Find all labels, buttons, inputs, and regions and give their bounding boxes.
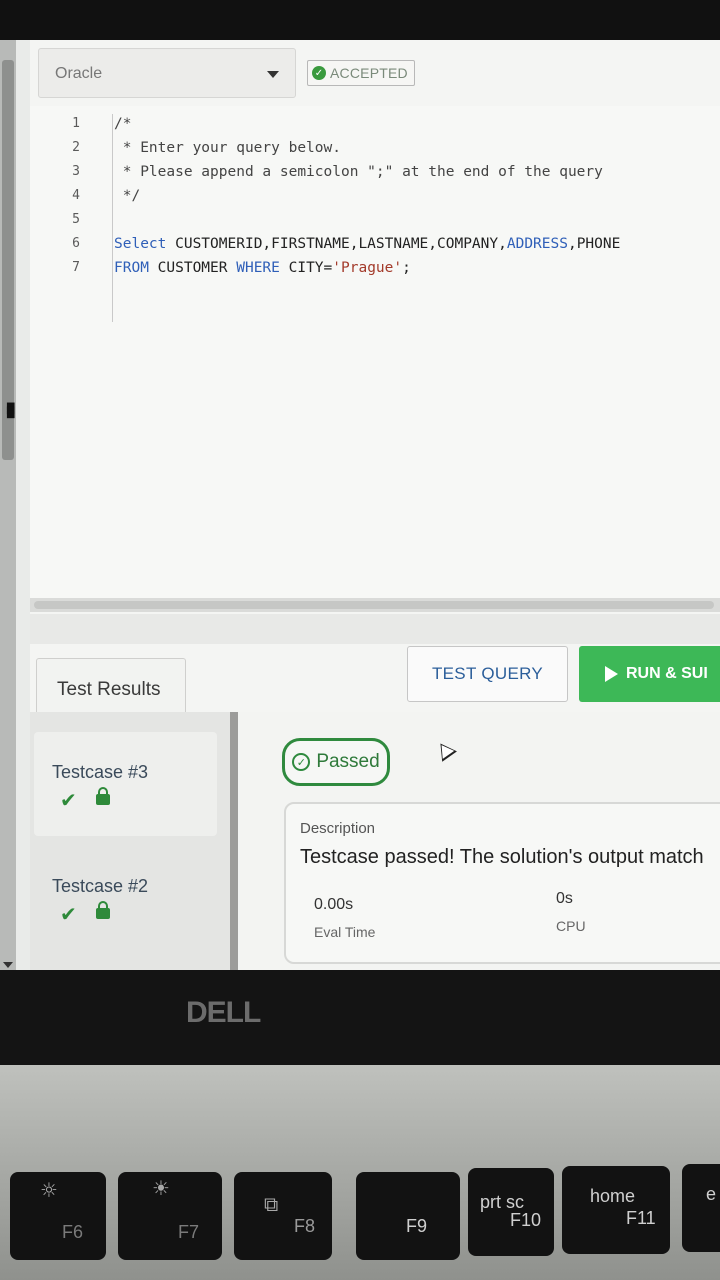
- sql-fields: ,PHONE: [567, 236, 621, 252]
- key-f7[interactable]: ☀ F7: [118, 1172, 222, 1260]
- display-switch-icon: ⧉: [264, 1192, 279, 1216]
- description-text: Testcase passed! The solution's output m…: [300, 846, 704, 868]
- key-f8[interactable]: ⧉ F8: [234, 1172, 332, 1260]
- laptop-screen: ■■■ Oracle ✓ ACCEPTED 1 /* 2 * Enter you…: [0, 40, 720, 970]
- code-line: 7 FROM CUSTOMER WHERE CITY='Prague';: [30, 256, 720, 280]
- eval-time-label: Eval Time: [314, 924, 376, 940]
- sql-condition: CITY=: [279, 260, 333, 276]
- code-line: 6 Select CUSTOMERID,FIRSTNAME,LASTNAME,C…: [30, 232, 720, 256]
- results-panel: Testcase #3 ✔ Testcase #2 ✔ ✓ Passed Des…: [30, 712, 720, 970]
- key-label: F9: [406, 1216, 428, 1236]
- key-f12[interactable]: e: [682, 1164, 720, 1252]
- sql-keyword: ADDRESS: [506, 236, 568, 252]
- eval-time-stat: 0.00s Eval Time: [314, 896, 375, 940]
- key-f6[interactable]: ☼ F6: [10, 1172, 106, 1260]
- cpu-stat: 0s CPU: [556, 890, 586, 934]
- key-f10[interactable]: prt sc F10: [468, 1168, 554, 1256]
- code-line: 3 * Please append a semicolon ";" at the…: [30, 160, 720, 184]
- testcase-name: Testcase #3: [52, 762, 149, 782]
- key-f11[interactable]: home F11: [562, 1166, 670, 1254]
- panel-divider[interactable]: [230, 712, 238, 970]
- brightness-down-icon: ☼: [40, 1178, 58, 1202]
- code-text: * Enter your query below.: [114, 140, 341, 156]
- code-text: /*: [114, 116, 132, 132]
- play-icon: [605, 666, 618, 682]
- run-submit-label: RUN & SUI: [626, 665, 708, 682]
- code-line: 2 * Enter your query below.: [30, 136, 720, 160]
- description-label: Description: [300, 820, 376, 837]
- cpu-label: CPU: [556, 918, 586, 934]
- test-query-button[interactable]: TEST QUERY: [407, 646, 568, 702]
- tab-test-results[interactable]: Test Results: [36, 658, 186, 716]
- editor-footer-band: [30, 614, 720, 644]
- key-top-label: e: [706, 1184, 717, 1204]
- sql-string: 'Prague': [332, 260, 403, 276]
- sql-challenge-app: Oracle ✓ ACCEPTED 1 /* 2 * Enter your qu…: [30, 40, 720, 970]
- accepted-label: ACCEPTED: [330, 65, 408, 81]
- accepted-badge: ✓ ACCEPTED: [307, 60, 415, 86]
- more-icon[interactable]: ■■■: [6, 402, 15, 420]
- testcase-name: Testcase #2: [52, 876, 149, 896]
- language-select[interactable]: Oracle: [38, 48, 296, 98]
- key-top-label: home: [590, 1186, 636, 1206]
- sql-keyword: WHERE: [236, 260, 280, 276]
- line-number: 2: [72, 140, 80, 155]
- sql-keyword: FROM: [114, 260, 149, 276]
- cpu-value: 0s: [556, 890, 573, 907]
- sql-fields: CUSTOMERID,FIRSTNAME,LASTNAME,COMPANY,: [166, 236, 507, 252]
- sql-table: CUSTOMER: [148, 260, 237, 276]
- left-scrollbar[interactable]: ■■■: [0, 40, 16, 970]
- key-label: F11: [626, 1208, 656, 1228]
- testcase-detail: ✓ Passed Description Testcase passed! Th…: [238, 712, 720, 970]
- scrollbar-thumb[interactable]: [34, 601, 714, 609]
- sql-semicolon: ;: [402, 260, 411, 276]
- chevron-down-icon: [267, 71, 279, 78]
- check-icon: ✔: [60, 902, 77, 926]
- mouse-cursor-icon: [433, 738, 457, 762]
- code-editor[interactable]: 1 /* 2 * Enter your query below. 3 * Ple…: [30, 106, 720, 600]
- lock-icon: [96, 901, 110, 919]
- scrollbar-thumb[interactable]: [2, 60, 14, 460]
- brightness-up-icon: ☀: [152, 1176, 170, 1200]
- dell-logo: DELL: [186, 996, 261, 1029]
- key-label: F10: [510, 1210, 542, 1230]
- run-submit-button[interactable]: RUN & SUI: [579, 646, 720, 702]
- eval-time-value: 0.00s: [314, 896, 354, 913]
- key-f9[interactable]: F9: [356, 1172, 460, 1260]
- code-line: 5: [30, 208, 720, 232]
- lock-icon: [96, 787, 110, 805]
- code-text: FROM CUSTOMER WHERE CITY='Prague';: [114, 256, 411, 280]
- sql-keyword: Select: [114, 236, 167, 252]
- code-text: * Please append a semicolon ";" at the e…: [114, 164, 603, 180]
- check-circle-icon: ✓: [312, 66, 326, 80]
- passed-label: Passed: [316, 751, 380, 772]
- scroll-down-icon[interactable]: [3, 962, 13, 968]
- description-card: Description Testcase passed! The solutio…: [284, 802, 720, 964]
- testcase-item[interactable]: Testcase #2 ✔: [34, 846, 217, 950]
- key-label: F6: [62, 1222, 84, 1242]
- check-icon: ✔: [60, 788, 77, 812]
- line-number: 3: [72, 164, 80, 179]
- editor-horizontal-scrollbar[interactable]: [30, 598, 720, 612]
- testcase-list: Testcase #3 ✔ Testcase #2 ✔: [30, 712, 230, 970]
- check-circle-icon: ✓: [292, 753, 311, 771]
- tab-test-results-label: Test Results: [57, 679, 161, 700]
- line-number: 1: [72, 116, 80, 131]
- line-number: 6: [72, 236, 80, 251]
- passed-badge: ✓ Passed: [282, 738, 390, 786]
- screen-bezel-bottom: [0, 970, 720, 1065]
- code-text: */: [114, 188, 141, 204]
- key-label: F7: [178, 1222, 200, 1242]
- code-text: Select CUSTOMERID,FIRSTNAME,LASTNAME,COM…: [114, 232, 620, 256]
- testcase-item[interactable]: Testcase #3 ✔: [34, 732, 217, 836]
- line-number: 7: [72, 260, 80, 275]
- line-number: 5: [72, 212, 80, 227]
- screen-bezel-top: [0, 0, 720, 40]
- line-number: 4: [72, 188, 80, 203]
- language-select-value: Oracle: [55, 65, 103, 82]
- code-line: 1 /*: [30, 112, 720, 136]
- key-label: F8: [294, 1216, 316, 1236]
- code-line: 4 */: [30, 184, 720, 208]
